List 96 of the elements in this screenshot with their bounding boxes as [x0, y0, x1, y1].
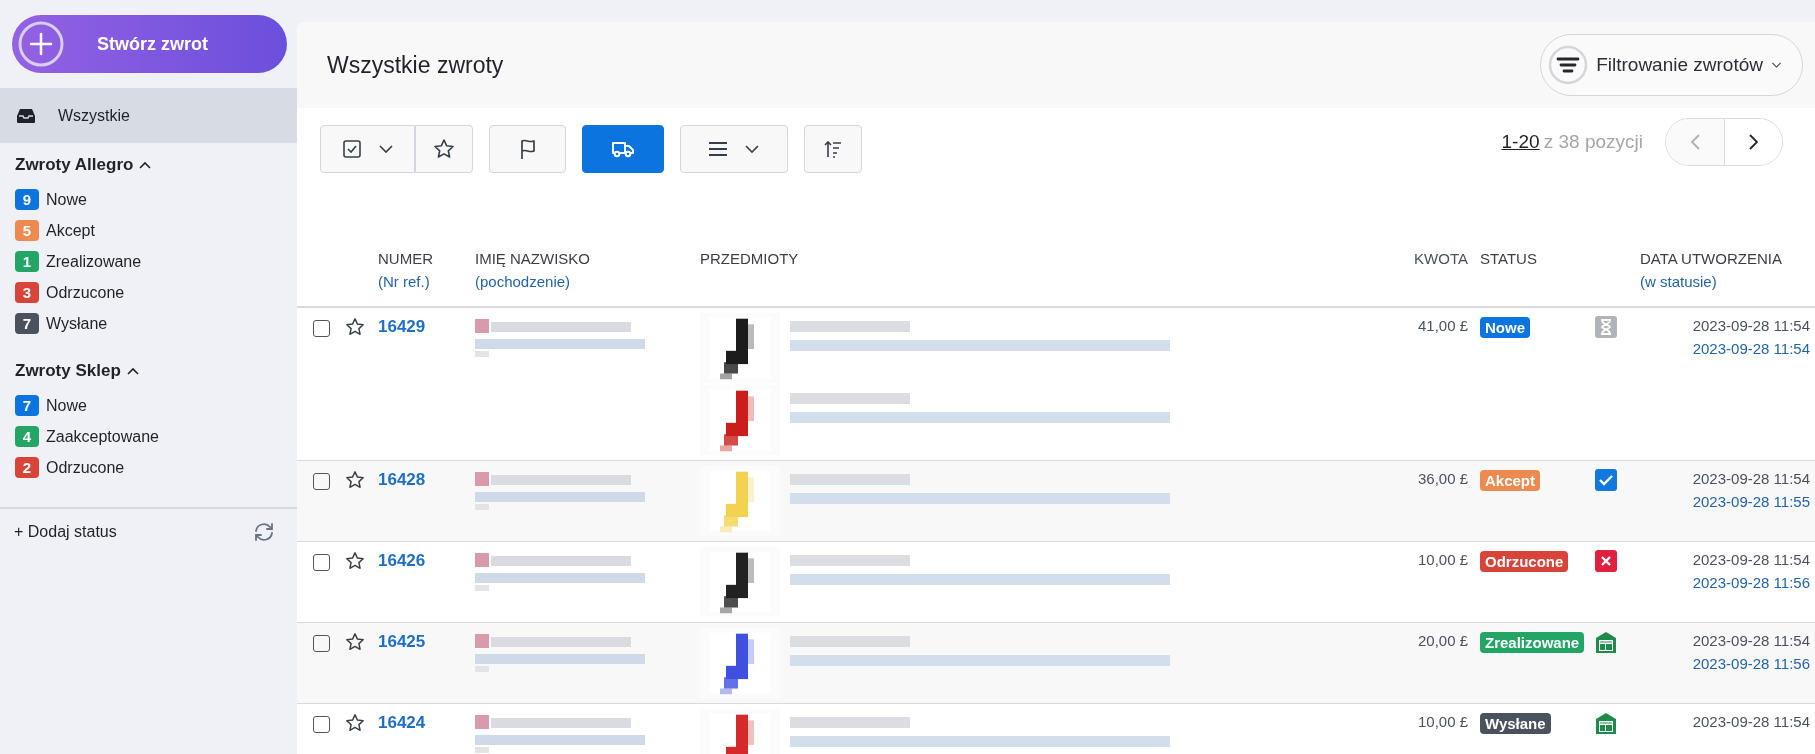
count-badge: 9	[15, 189, 39, 210]
caret-up-icon[interactable]	[126, 367, 139, 375]
filter-icon	[1548, 45, 1589, 85]
column-header: IMIĘ NAZWISKO	[475, 250, 591, 267]
status-date: 2023-09-28 11:56	[1692, 655, 1810, 672]
refresh-icon[interactable]	[253, 521, 275, 543]
shipping-button[interactable]	[582, 125, 664, 173]
created-date: 2023-09-28 11:54	[1692, 470, 1810, 487]
check-icon	[1595, 469, 1617, 491]
column-header: PRZEDMIOTY	[700, 250, 800, 267]
list-view-button[interactable]	[680, 125, 788, 173]
chevron-down-icon	[744, 144, 760, 154]
count-badge: 2	[15, 457, 39, 478]
created-date: 2023-09-28 11:54	[1692, 317, 1810, 334]
created-date: 2023-09-28 11:54	[1692, 713, 1810, 730]
column-subheader: (pochodzenie)	[475, 273, 572, 290]
column-header: NUMER	[378, 250, 434, 267]
hourglass-icon	[1595, 316, 1617, 338]
status-badge: Wysłane	[1480, 713, 1551, 734]
status-item[interactable]: 5 Akcept	[15, 219, 282, 242]
chevron-left-icon	[1689, 133, 1701, 151]
filter-button[interactable]: Filtrowanie zwrotów	[1540, 34, 1803, 96]
cross-icon	[1595, 550, 1617, 572]
total-count: z 38 pozycji	[1543, 131, 1643, 152]
status-item[interactable]: 1 Zrealizowane	[15, 250, 282, 273]
row-checkbox[interactable]	[313, 473, 330, 490]
count-badge: 7	[15, 395, 39, 416]
sidebar-item-label: Wszystkie	[58, 106, 130, 125]
row-checkbox[interactable]	[313, 635, 330, 652]
status-item[interactable]: 7 Wysłane	[15, 312, 282, 335]
status-date: 2023-09-28 11:55	[1692, 493, 1810, 510]
count-badge: 1	[15, 251, 39, 272]
group-title[interactable]: Zwroty Sklep	[15, 361, 121, 381]
amount-text: 41,00 £	[1417, 317, 1468, 334]
warehouse-icon	[1595, 631, 1617, 653]
status-item[interactable]: 7 Nowe	[15, 394, 282, 417]
return-number-link[interactable]: 16426	[378, 551, 426, 570]
list-icon	[708, 141, 728, 157]
column-header: STATUS	[1480, 250, 1538, 267]
favorite-star-icon[interactable]	[345, 470, 365, 490]
favorite-star-icon[interactable]	[345, 551, 365, 571]
favorite-star-icon[interactable]	[345, 713, 365, 733]
sidebar-item[interactable]: Wszystkie	[0, 88, 297, 143]
return-number-link[interactable]: 16424	[378, 713, 426, 732]
row-checkbox[interactable]	[313, 554, 330, 571]
select-button[interactable]	[320, 125, 415, 173]
return-number-link[interactable]: 16428	[378, 470, 426, 489]
count-badge: 3	[15, 282, 39, 303]
star-icon	[433, 138, 455, 160]
return-number-link[interactable]: 16425	[378, 632, 426, 651]
flag-button[interactable]	[489, 125, 566, 173]
caret-up-icon[interactable]	[139, 161, 152, 169]
status-item[interactable]: 2 Odrzucone	[15, 456, 282, 479]
create-return-button[interactable]: Stwórz zwrot	[12, 15, 287, 73]
column-subheader: (Nr ref.)	[378, 273, 431, 290]
amount-text: 36,00 £	[1417, 470, 1468, 487]
sort-icon	[823, 139, 843, 159]
chevron-right-icon	[1747, 133, 1760, 151]
status-item[interactable]: 4 Zaakceptowane	[15, 425, 282, 448]
group-title[interactable]: Zwroty Allegro	[15, 155, 134, 175]
status-badge: Akcept	[1480, 470, 1541, 491]
page-range-link[interactable]: 1-20	[1501, 131, 1540, 152]
created-date: 2023-09-28 11:54	[1692, 551, 1810, 568]
amount-text: 10,00 £	[1417, 551, 1468, 568]
row-checkbox[interactable]	[313, 716, 330, 733]
amount-text: 10,00 £	[1417, 713, 1468, 730]
count-badge: 5	[15, 220, 39, 241]
inbox-icon	[16, 107, 36, 124]
plus-icon	[18, 21, 64, 67]
page-title: Wszystkie zwroty	[327, 51, 504, 79]
created-date: 2023-09-28 11:54	[1692, 632, 1810, 649]
column-header: KWOTA	[1414, 250, 1468, 267]
checkbox-icon	[341, 139, 362, 159]
column-header: DATA UTWORZENIA	[1640, 250, 1783, 267]
star-button[interactable]	[415, 125, 473, 173]
amount-text: 20,00 £	[1417, 632, 1468, 649]
status-badge: Zrealizowane	[1480, 632, 1585, 653]
status-item[interactable]: 9 Nowe	[15, 188, 282, 211]
favorite-star-icon[interactable]	[345, 632, 365, 652]
count-badge: 7	[15, 313, 39, 334]
status-item[interactable]: 3 Odrzucone	[15, 281, 282, 304]
chevron-down-icon	[1771, 60, 1782, 70]
chevron-down-icon	[377, 144, 394, 154]
count-badge: 4	[15, 426, 39, 447]
warehouse-icon	[1595, 712, 1617, 734]
row-checkbox[interactable]	[313, 320, 330, 337]
status-badge: Odrzucone	[1480, 551, 1569, 572]
status-date: 2023-09-28 11:54	[1692, 340, 1810, 357]
sort-button[interactable]	[804, 125, 862, 173]
status-badge: Nowe	[1480, 317, 1530, 338]
return-number-link[interactable]: 16429	[378, 317, 426, 336]
favorite-star-icon[interactable]	[345, 317, 365, 337]
truck-icon	[611, 139, 635, 159]
status-date: 2023-09-28 11:56	[1692, 574, 1810, 591]
column-subheader: (w statusie)	[1640, 273, 1718, 290]
add-status-link[interactable]: + Dodaj status	[14, 523, 117, 541]
